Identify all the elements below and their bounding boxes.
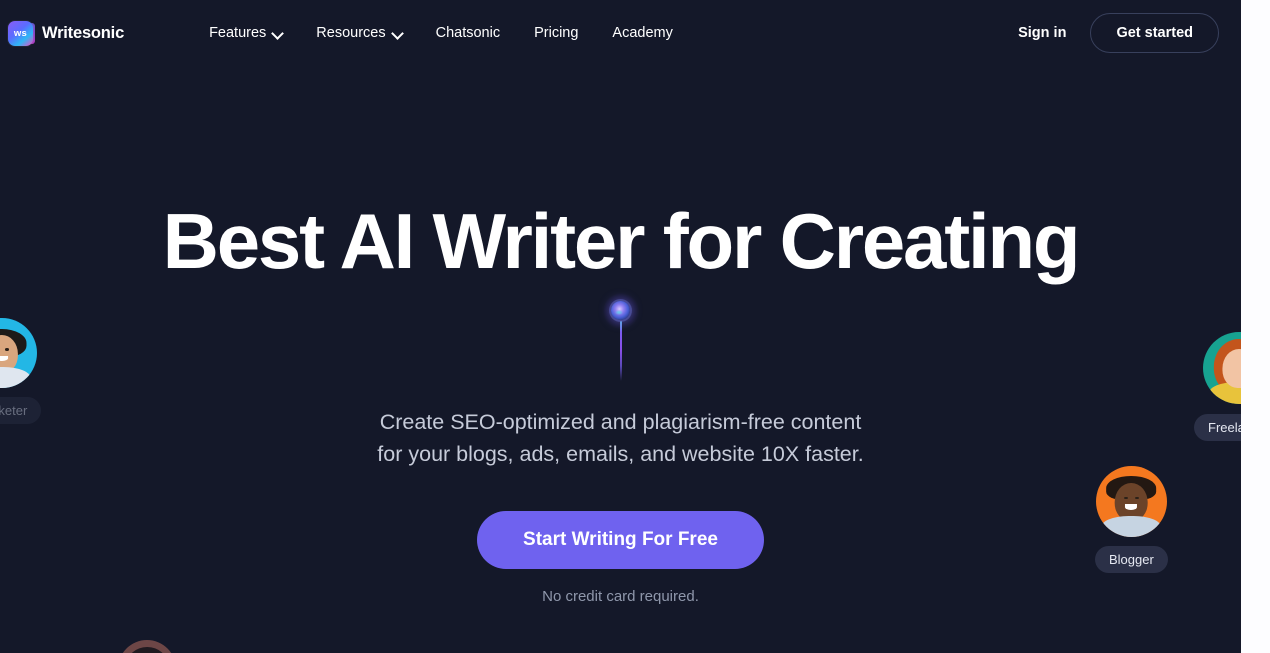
nav-label-chatsonic: Chatsonic (435, 25, 501, 41)
main-nav: Features Resources Chatsonic Pricing Aca… (192, 17, 690, 49)
orb-beam-line (619, 321, 622, 382)
brand-mark-text: ws (13, 27, 28, 39)
persona-card-marketer[interactable]: Marketer (0, 318, 42, 424)
hero-subheading-line-2: for your blogs, ads, emails, and website… (377, 442, 864, 467)
glowing-orb-icon (601, 293, 641, 385)
avatar-blogger (1095, 466, 1167, 537)
page-root: Marketer Freelancer Blogger (0, 0, 1270, 653)
nav-label-pricing: Pricing (534, 25, 579, 41)
persona-label-blogger: Blogger (1095, 546, 1168, 573)
page-title: Best AI Writer for Creating (162, 197, 1081, 285)
persona-card-partial[interactable] (118, 640, 176, 653)
persona-label-freelancer: Freelancer (1194, 414, 1241, 441)
persona-label-marketer: Marketer (0, 397, 42, 424)
nav-item-pricing[interactable]: Pricing (517, 17, 595, 49)
no-credit-card-note: No credit card required. (542, 588, 699, 606)
persona-card-freelancer[interactable]: Freelancer (1194, 332, 1241, 441)
avatar-partial (118, 640, 176, 653)
hero-section: Best AI Writer for Creating Create SEO-o… (0, 0, 1241, 653)
hero-subheading-line-1: Create SEO-optimized and plagiarism-free… (379, 410, 862, 435)
persona-card-blogger[interactable]: Blogger (1095, 466, 1168, 573)
nav-label-academy: Academy (612, 25, 673, 41)
brand-name: Writesonic (42, 23, 125, 42)
nav-label-resources: Resources (316, 25, 386, 41)
avatar-freelancer (1203, 332, 1241, 404)
get-started-button[interactable]: Get started (1090, 13, 1219, 53)
chevron-down-icon (393, 28, 402, 37)
nav-item-features[interactable]: Features (192, 17, 299, 49)
page-right-gutter (1241, 0, 1270, 653)
browser-viewport: Marketer Freelancer Blogger (0, 0, 1241, 653)
sign-in-link[interactable]: Sign in (1010, 19, 1074, 47)
hero-subheading: Create SEO-optimized and plagiarism-free… (377, 407, 863, 471)
avatar-marketer (0, 318, 37, 388)
chevron-down-icon (273, 28, 282, 37)
nav-item-resources[interactable]: Resources (299, 17, 418, 49)
nav-label-features: Features (209, 25, 267, 41)
start-writing-for-free-button[interactable]: Start Writing For Free (477, 511, 764, 570)
site-header: ws Writesonic Features Resources Chatson… (0, 0, 1241, 66)
nav-item-academy[interactable]: Academy (595, 17, 689, 49)
writesonic-logo-icon: ws (8, 20, 35, 46)
nav-item-chatsonic[interactable]: Chatsonic (419, 17, 517, 49)
header-actions: Sign in Get started (1010, 13, 1219, 53)
brand-logo[interactable]: ws Writesonic (8, 20, 125, 46)
